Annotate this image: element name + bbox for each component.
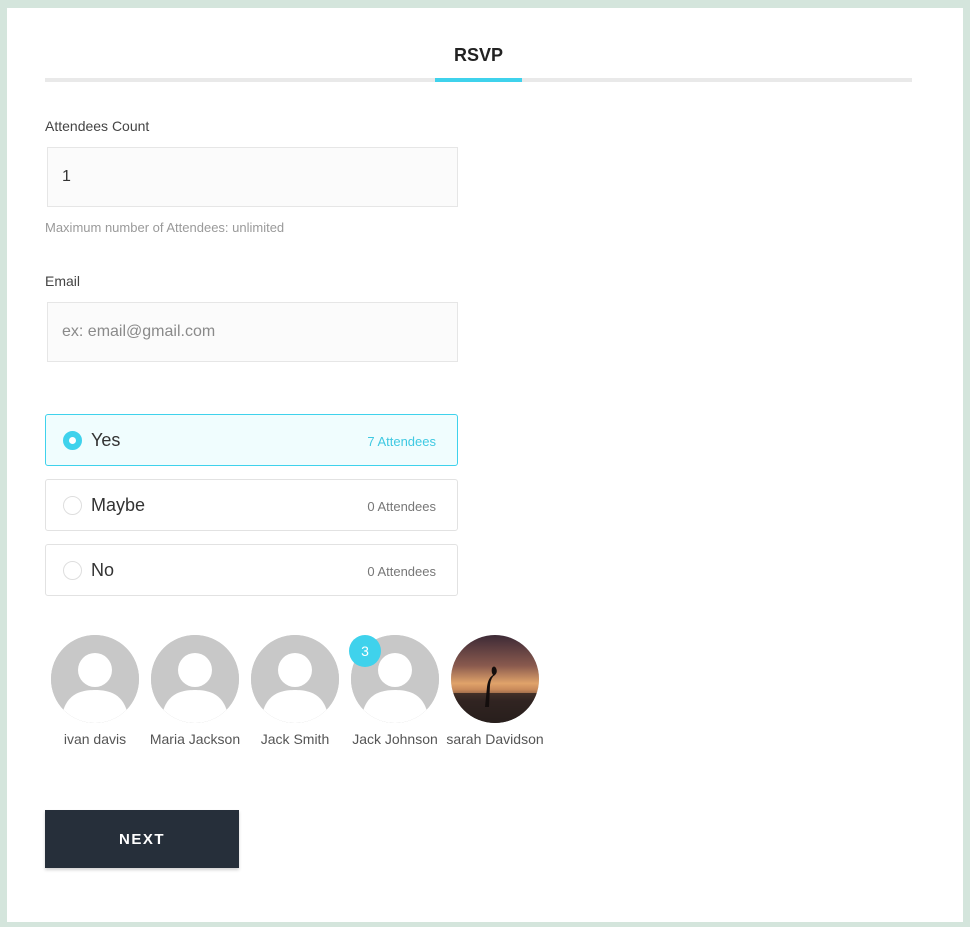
rsvp-option-label: Maybe bbox=[91, 495, 146, 515]
attendee-count-badge: 3 bbox=[349, 635, 381, 667]
attendee-name: ivan davis bbox=[63, 731, 127, 747]
tab-bar: RSVP bbox=[45, 8, 912, 84]
attendees-count-input[interactable]: 1 bbox=[47, 147, 458, 207]
attendees-count-hint: Maximum number of Attendees: unlimited bbox=[45, 220, 285, 235]
next-button[interactable]: NEXT bbox=[45, 810, 239, 868]
attendee-name: Maria Jackson bbox=[149, 731, 241, 747]
attendee-name: Jack Johnson bbox=[352, 731, 438, 747]
attendee-item[interactable]: Jack Smith bbox=[245, 635, 345, 752]
attendee-item[interactable]: ivan davis bbox=[45, 635, 145, 752]
rsvp-option-label: No bbox=[91, 560, 115, 580]
default-avatar-icon bbox=[151, 635, 239, 723]
rsvp-option-label: Yes bbox=[91, 430, 121, 450]
attendee-item[interactable]: sarah Davidson bbox=[445, 635, 545, 752]
rsvp-option-count: 0 Attendees bbox=[367, 564, 436, 579]
attendees-count-value: 1 bbox=[62, 168, 71, 185]
attendee-name: sarah Davidson bbox=[446, 731, 544, 747]
sunset-photo-avatar bbox=[451, 635, 539, 723]
email-field[interactable]: ex: email@gmail.com bbox=[47, 302, 458, 362]
rsvp-option-count: 0 Attendees bbox=[367, 499, 436, 514]
default-avatar-icon bbox=[51, 635, 139, 723]
tab-rsvp[interactable]: RSVP bbox=[45, 45, 912, 66]
attendee-name: Jack Smith bbox=[260, 731, 330, 747]
radio-yes[interactable] bbox=[63, 431, 82, 450]
radio-maybe[interactable] bbox=[63, 496, 82, 515]
rsvp-option-count: 7 Attendees bbox=[367, 434, 436, 449]
tab-active-indicator bbox=[435, 78, 522, 82]
email-placeholder: ex: email@gmail.com bbox=[62, 323, 216, 340]
attendee-item[interactable]: Maria Jackson bbox=[145, 635, 245, 752]
attendees-count-label: Attendees Count bbox=[45, 118, 150, 134]
rsvp-option-no[interactable]: No 0 Attendees bbox=[45, 544, 458, 596]
email-label: Email bbox=[45, 273, 81, 289]
default-avatar-icon bbox=[251, 635, 339, 723]
rsvp-option-yes[interactable]: Yes 7 Attendees bbox=[45, 414, 458, 466]
rsvp-card: RSVP Attendees Count 1 Maximum number of… bbox=[7, 8, 963, 922]
radio-no[interactable] bbox=[63, 561, 82, 580]
rsvp-option-maybe[interactable]: Maybe 0 Attendees bbox=[45, 479, 458, 531]
